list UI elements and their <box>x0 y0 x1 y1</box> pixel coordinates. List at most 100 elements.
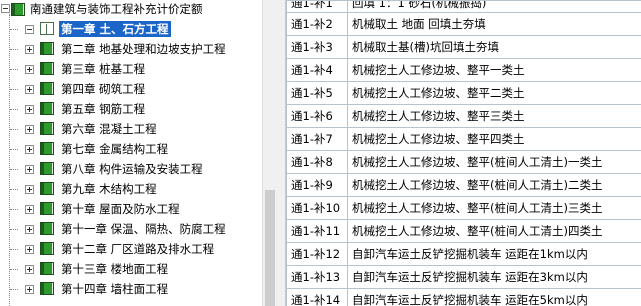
table-row[interactable]: 通1-补7 机械挖土人工修边坡、整平四类土 <box>286 127 641 151</box>
expand-icon[interactable] <box>25 205 34 214</box>
tree-scrollbar[interactable] <box>262 0 277 306</box>
quota-name-cell[interactable]: 机械挖土人工修边坡、整平(桩间人工清土)一类土 <box>347 150 641 174</box>
open-book-icon <box>40 22 54 35</box>
tree-item-chapter-7[interactable]: 第七章 金属结构工程 <box>59 141 170 157</box>
book-icon <box>40 122 54 135</box>
table-row[interactable]: 通1-补2 机械取土 地面 回填土夯填 <box>286 12 641 36</box>
quota-code-cell[interactable]: 通1-补1 <box>286 0 348 13</box>
expand-icon[interactable] <box>25 165 34 174</box>
expand-icon[interactable] <box>25 185 34 194</box>
tree-connector <box>10 269 18 270</box>
quota-code-cell[interactable]: 通1-补12 <box>286 242 348 266</box>
quota-code-cell[interactable]: 通1-补9 <box>286 173 348 197</box>
tree-item-chapter-1[interactable]: 第一章 土、石方工程 <box>59 21 171 37</box>
tree-root-label[interactable]: 南通建筑与装饰工程补充计价定额 <box>28 1 205 17</box>
expand-icon[interactable] <box>25 285 34 294</box>
panel-splitter[interactable] <box>277 0 286 306</box>
table-row[interactable]: 通1-补14 自卸汽车运土反铲挖掘机装车 运距在5km以内 <box>286 288 641 306</box>
book-icon <box>40 282 54 295</box>
book-icon <box>40 62 54 75</box>
table-row[interactable]: 通1-补12 自卸汽车运土反铲挖掘机装车 运距在1km以内 <box>286 242 641 266</box>
tree-item-chapter-13[interactable]: 第十三章 楼地面工程 <box>59 261 170 277</box>
tree-item-chapter-8[interactable]: 第八章 构件运输及安装工程 <box>59 161 205 177</box>
tree-connector <box>10 249 18 250</box>
tree-connector <box>10 149 18 150</box>
quota-code-cell[interactable]: 通1-补13 <box>286 265 348 289</box>
tree-scrollbar-thumb[interactable] <box>265 190 275 306</box>
quota-name-cell[interactable]: 机械挖土人工修边坡、整平四类土 <box>347 127 641 151</box>
tree-connector <box>10 209 18 210</box>
tree-connector <box>10 189 18 190</box>
table-row[interactable]: 通1-补11 机械挖土人工修边坡、整平(桩间人工清土)四类土 <box>286 219 641 243</box>
expand-icon[interactable] <box>25 45 34 54</box>
quota-code-cell[interactable]: 通1-补6 <box>286 104 348 128</box>
table-row[interactable]: 通1-补1 回填 1：1 砂石(机械振捣) <box>286 0 641 13</box>
tree-connector <box>10 129 18 130</box>
expand-icon[interactable] <box>25 225 34 234</box>
table-row[interactable]: 通1-补6 机械挖土人工修边坡、整平三类土 <box>286 104 641 128</box>
quota-name-cell[interactable]: 机械取土 地面 回填土夯填 <box>347 12 641 36</box>
quota-name-cell[interactable]: 机械挖土人工修边坡、整平(桩间人工清土)二类土 <box>347 173 641 197</box>
book-icon <box>40 42 54 55</box>
quota-code-cell[interactable]: 通1-补8 <box>286 150 348 174</box>
collapse-icon[interactable] <box>25 25 34 34</box>
tree-item-chapter-5[interactable]: 第五章 钢筋工程 <box>59 101 147 117</box>
chapter-tree: 南通建筑与装饰工程补充计价定额 第一章 土、石方工程第二章 地基处理和边坡支护工… <box>0 0 262 306</box>
quota-code-cell[interactable]: 通1-补3 <box>286 35 348 59</box>
table-row[interactable]: 通1-补13 自卸汽车运土反铲挖掘机装车 运距在3km以内 <box>286 265 641 289</box>
expand-icon[interactable] <box>25 85 34 94</box>
tree-connector <box>10 69 18 70</box>
collapse-root-icon[interactable] <box>1 4 10 13</box>
tree-connector <box>10 109 18 110</box>
quota-code-cell[interactable]: 通1-补4 <box>286 58 348 82</box>
quota-name-cell[interactable]: 机械挖土人工修边坡、整平(桩间人工清土)三类土 <box>347 196 641 220</box>
book-icon <box>40 202 54 215</box>
quota-name-cell[interactable]: 机械取土基(槽)坑回填土夯填 <box>347 35 641 59</box>
quota-name-cell[interactable]: 自卸汽车运土反铲挖掘机装车 运距在1km以内 <box>347 242 641 266</box>
book-icon <box>40 182 54 195</box>
expand-icon[interactable] <box>25 245 34 254</box>
tree-item-chapter-11[interactable]: 第十一章 保温、隔热、防腐工程 <box>59 221 228 237</box>
tree-connector-line <box>9 14 10 306</box>
table-row[interactable]: 通1-补10 机械挖土人工修边坡、整平(桩间人工清土)三类土 <box>286 196 641 220</box>
quota-browser-window: 南通建筑与装饰工程补充计价定额 第一章 土、石方工程第二章 地基处理和边坡支护工… <box>0 0 641 306</box>
tree-connector <box>10 169 18 170</box>
book-icon <box>40 82 54 95</box>
expand-icon[interactable] <box>25 265 34 274</box>
tree-connector <box>10 29 18 30</box>
quota-table: 通1-补1 回填 1：1 砂石(机械振捣) 通1-补2 机械取土 地面 回填土夯填 通1… <box>286 0 641 306</box>
tree-item-chapter-9[interactable]: 第九章 木结构工程 <box>59 181 159 197</box>
quota-code-cell[interactable]: 通1-补2 <box>286 12 348 36</box>
quota-name-cell[interactable]: 机械挖土人工修边坡、整平三类土 <box>347 104 641 128</box>
quota-name-cell[interactable]: 机械挖土人工修边坡、整平(桩间人工清土)四类土 <box>347 219 641 243</box>
tree-item-chapter-10[interactable]: 第十章 屋面及防水工程 <box>59 201 182 217</box>
quota-name-cell[interactable]: 自卸汽车运土反铲挖掘机装车 运距在3km以内 <box>347 265 641 289</box>
tree-item-chapter-14[interactable]: 第十四章 墙柱面工程 <box>59 281 170 297</box>
expand-icon[interactable] <box>25 125 34 134</box>
expand-icon[interactable] <box>25 145 34 154</box>
tree-item-chapter-6[interactable]: 第六章 混凝土工程 <box>59 121 159 137</box>
quota-code-cell[interactable]: 通1-补7 <box>286 127 348 151</box>
tree-item-chapter-12[interactable]: 第十二章 厂区道路及排水工程 <box>59 241 216 257</box>
book-icon <box>11 3 25 16</box>
book-icon <box>40 242 54 255</box>
tree-item-chapter-3[interactable]: 第三章 桩基工程 <box>59 61 147 77</box>
quota-code-cell[interactable]: 通1-补14 <box>286 288 348 306</box>
quota-code-cell[interactable]: 通1-补10 <box>286 196 348 220</box>
table-row[interactable]: 通1-补4 机械挖土人工修边坡、整平一类土 <box>286 58 641 82</box>
quota-name-cell[interactable]: 机械挖土人工修边坡、整平二类土 <box>347 81 641 105</box>
quota-name-cell[interactable]: 自卸汽车运土反铲挖掘机装车 运距在5km以内 <box>347 288 641 306</box>
book-icon <box>40 262 54 275</box>
tree-item-chapter-2[interactable]: 第二章 地基处理和边坡支护工程 <box>59 41 228 57</box>
table-row[interactable]: 通1-补5 机械挖土人工修边坡、整平二类土 <box>286 81 641 105</box>
table-row[interactable]: 通1-补8 机械挖土人工修边坡、整平(桩间人工清土)一类土 <box>286 150 641 174</box>
tree-item-chapter-4[interactable]: 第四章 砌筑工程 <box>59 81 147 97</box>
table-row[interactable]: 通1-补9 机械挖土人工修边坡、整平(桩间人工清土)二类土 <box>286 173 641 197</box>
quota-code-cell[interactable]: 通1-补11 <box>286 219 348 243</box>
quota-name-cell[interactable]: 回填 1：1 砂石(机械振捣) <box>347 0 641 13</box>
table-row[interactable]: 通1-补3 机械取土基(槽)坑回填土夯填 <box>286 35 641 59</box>
quota-code-cell[interactable]: 通1-补5 <box>286 81 348 105</box>
quota-name-cell[interactable]: 机械挖土人工修边坡、整平一类土 <box>347 58 641 82</box>
expand-icon[interactable] <box>25 65 34 74</box>
expand-icon[interactable] <box>25 105 34 114</box>
